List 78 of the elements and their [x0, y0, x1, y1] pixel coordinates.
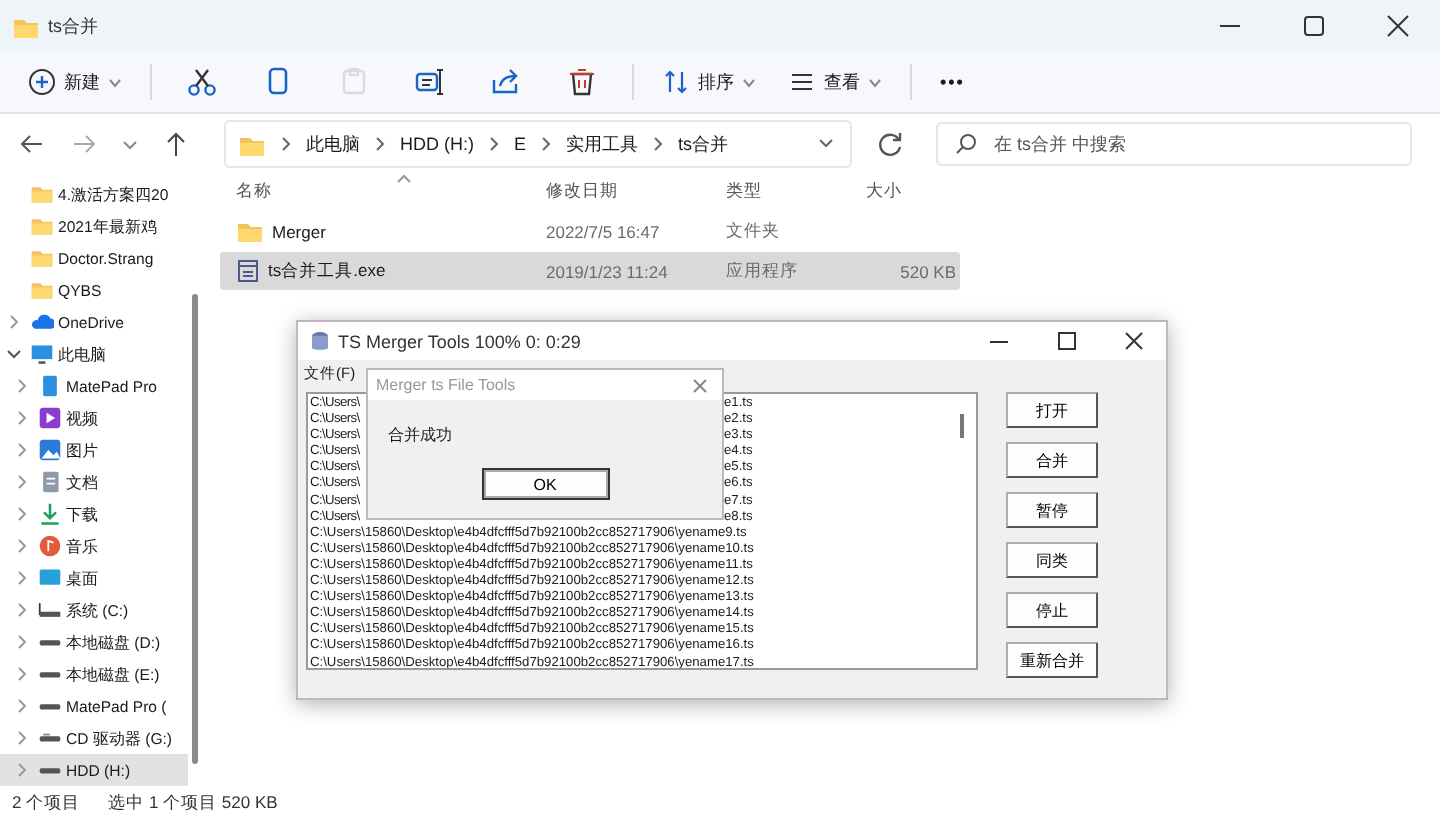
- music-icon: [38, 534, 62, 558]
- search-icon: [954, 132, 978, 156]
- search-field[interactable]: 在 ts合并 中搜索: [994, 124, 1394, 164]
- sort-icon: [662, 68, 690, 96]
- file-name: Merger: [272, 221, 326, 241]
- sort-caret-icon: [396, 174, 412, 184]
- action-button[interactable]: 暂停: [1006, 492, 1098, 528]
- ok-button[interactable]: OK: [481, 468, 609, 500]
- trash-icon: [566, 66, 598, 98]
- chevron-icon: [278, 134, 294, 154]
- action-button[interactable]: 同类: [1006, 542, 1098, 578]
- breadcrumb-item[interactable]: 此电脑: [306, 131, 360, 157]
- sort-button[interactable]: 排序: [650, 58, 768, 106]
- clipboard-icon: [338, 66, 370, 98]
- application-icon: [236, 258, 260, 284]
- window-title: ts合并: [48, 13, 99, 39]
- video-icon: [38, 406, 62, 430]
- refresh-icon[interactable]: [876, 130, 904, 158]
- column-header[interactable]: 名称: [220, 180, 546, 204]
- computer-icon: [30, 342, 54, 366]
- new-button[interactable]: 新建: [16, 58, 134, 106]
- scissors-icon: [186, 66, 218, 98]
- folder-icon: [30, 182, 54, 206]
- column-header[interactable]: 大小: [866, 180, 956, 204]
- caret-icon: [108, 77, 122, 87]
- tablet-icon: [38, 374, 62, 398]
- list-icon: [788, 68, 816, 96]
- item-count: 2 个项目: [12, 792, 81, 816]
- view-button[interactable]: 查看: [776, 58, 894, 106]
- folder-icon: [236, 218, 264, 244]
- breadcrumb-item[interactable]: E: [514, 134, 527, 154]
- desktop-icon: [38, 566, 62, 590]
- folder-icon: [30, 278, 54, 302]
- action-button[interactable]: 重新合并: [1006, 642, 1098, 678]
- action-button[interactable]: 停止: [1006, 592, 1098, 628]
- chevron-icon: [650, 134, 667, 154]
- folder-icon: [30, 214, 54, 238]
- download-icon: [38, 502, 62, 526]
- window-title: TS Merger Tools 100% 0: 0:29: [338, 331, 581, 352]
- dialog-message: 合并成功: [386, 424, 454, 448]
- search-box[interactable]: 在 ts合并 中搜索: [936, 122, 1412, 166]
- column-header[interactable]: 修改日期: [546, 180, 726, 204]
- plus-circle-icon: [28, 68, 56, 96]
- breadcrumb-item[interactable]: ts合并: [678, 131, 729, 157]
- scrollbar[interactable]: [192, 294, 198, 764]
- rename-icon: [414, 66, 446, 98]
- breadcrumb-item[interactable]: HDD (H:): [400, 134, 474, 154]
- forward-arrow-icon[interactable]: [68, 130, 100, 158]
- drive-icon: [38, 598, 62, 622]
- caret-icon: [868, 77, 882, 87]
- column-header[interactable]: 类型: [726, 180, 866, 204]
- action-button[interactable]: 打开: [1006, 392, 1098, 428]
- chevron-icon: [372, 134, 388, 154]
- file-row[interactable]: Merger 2022/7/5 16:47 文件夹: [220, 212, 960, 250]
- table-cell-text: 520 KB: [898, 261, 956, 281]
- table-cell-text: 2019/1/23 11:24: [546, 261, 670, 281]
- table-cell-text: 2022/7/5 16:47: [546, 221, 662, 241]
- table-cell-text: 文件夹: [726, 219, 782, 243]
- caret-icon: [742, 77, 756, 87]
- picture-icon: [38, 438, 62, 462]
- breadcrumb-item[interactable]: 实用工具: [566, 131, 639, 157]
- table-cell-text: 应用程序: [726, 259, 800, 283]
- file-name: ts合并工具.exe: [268, 259, 386, 283]
- document-icon: [38, 470, 62, 494]
- folder-icon: [30, 246, 54, 270]
- selection-info: 选中 1 个项目 520 KB: [108, 792, 278, 816]
- address-bar[interactable]: 此电脑 HDD (H:) E 实用工具 ts合并: [224, 120, 852, 168]
- action-button[interactable]: 合并: [1006, 442, 1098, 478]
- chevron-icon: [538, 134, 555, 154]
- more-button[interactable]: •••: [928, 58, 977, 106]
- file-row[interactable]: ts合并工具.exe 2019/1/23 11:24 应用程序 520 KB: [220, 252, 960, 290]
- scrollbar[interactable]: [960, 414, 964, 438]
- share-icon: [490, 66, 522, 98]
- chevron-icon: [486, 134, 502, 154]
- cloud-icon: [30, 310, 54, 334]
- back-arrow-icon[interactable]: [16, 130, 48, 158]
- dialog-title: Merger ts File Tools: [376, 376, 516, 394]
- database-icon: [310, 329, 330, 354]
